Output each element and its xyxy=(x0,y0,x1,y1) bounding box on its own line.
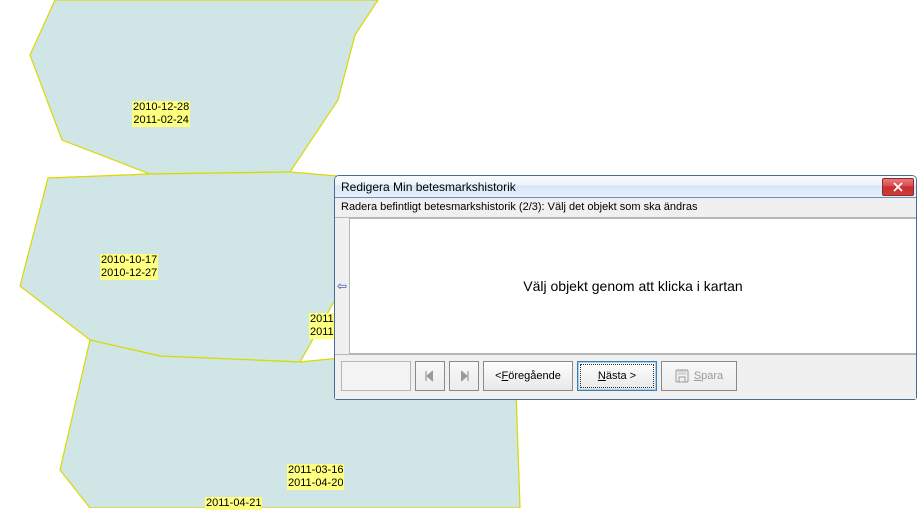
dialog-message: Välj objekt genom att klicka i kartan xyxy=(523,278,742,294)
next-button[interactable]: Nästa > xyxy=(577,361,657,391)
arrow-last-icon xyxy=(458,370,470,382)
button-bar-spacer xyxy=(341,361,411,391)
nav-last-button[interactable] xyxy=(449,361,479,391)
map-parcel[interactable] xyxy=(30,0,378,174)
dialog-titlebar[interactable]: Redigera Min betesmarkshistorik xyxy=(335,176,916,198)
save-icon xyxy=(675,369,689,383)
previous-button[interactable]: < Föregående xyxy=(483,361,573,391)
close-icon xyxy=(893,182,903,192)
collapse-handle[interactable]: ⇦ xyxy=(335,218,349,354)
map-date-label: 2010-12-28 2011-02-24 xyxy=(132,101,190,127)
dialog-message-panel: Välj objekt genom att klicka i kartan xyxy=(349,218,916,354)
save-button[interactable]: Spara xyxy=(661,361,737,391)
map-date-label: 2011 2011 xyxy=(309,313,335,339)
edit-history-dialog: Redigera Min betesmarkshistorik Radera b… xyxy=(334,175,917,400)
dialog-content: ⇦ Välj objekt genom att klicka i kartan xyxy=(335,218,916,354)
arrow-left-icon: ⇦ xyxy=(337,280,347,292)
dialog-button-bar: < Föregående Nästa > Spara xyxy=(335,354,916,399)
dialog-title: Redigera Min betesmarkshistorik xyxy=(341,180,882,194)
map-date-label: 2011-04-21 xyxy=(205,497,262,510)
dialog-subtitle: Radera befintligt betesmarkshistorik (2/… xyxy=(335,198,916,218)
map-date-label: 2010-10-17 2010-12-27 xyxy=(100,254,158,280)
map-parcel[interactable] xyxy=(20,172,338,362)
arrow-first-icon xyxy=(424,370,436,382)
map-date-label: 2011-03-16 2011-04-20 xyxy=(287,464,344,490)
close-button[interactable] xyxy=(882,178,914,196)
nav-first-button[interactable] xyxy=(415,361,445,391)
